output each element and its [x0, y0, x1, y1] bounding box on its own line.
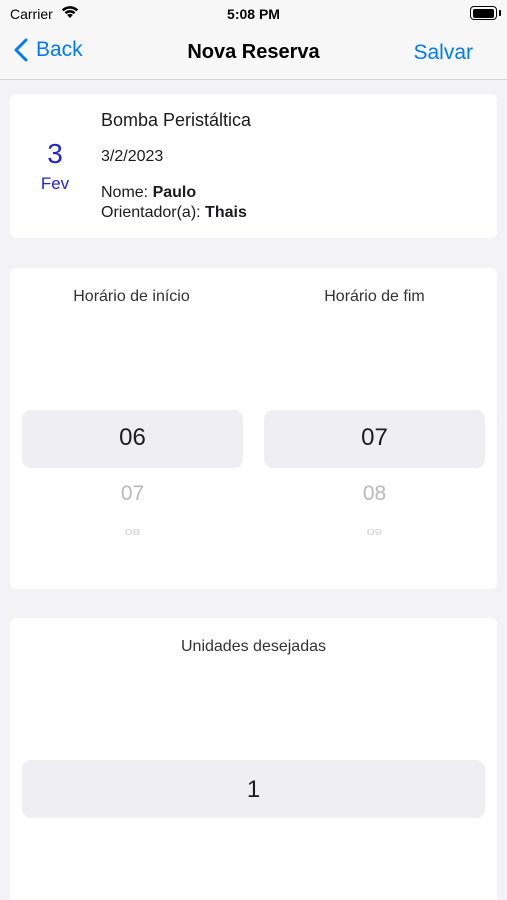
- end-picker-option: 09: [366, 527, 383, 537]
- end-time-label: Horário de fim: [324, 288, 425, 305]
- status-time: 5:08 PM: [227, 6, 280, 22]
- advisor-value: Thais: [205, 204, 247, 221]
- time-pickers-card: Horário de início Horário de fim 06 07 0…: [10, 268, 497, 589]
- battery-level: [472, 8, 494, 18]
- end-picker-option: 08: [362, 482, 387, 505]
- units-picker-selected: 1: [246, 776, 261, 803]
- advisor-line: Orientador(a): Thais: [101, 204, 247, 222]
- name-value: Paulo: [152, 184, 197, 201]
- name-label: Nome:: [101, 184, 149, 201]
- back-button[interactable]: Back: [14, 38, 83, 62]
- reservation-date: 3/2/2023: [101, 148, 164, 165]
- reservation-month: Fev: [40, 174, 70, 193]
- reservation-info-card: 3 Fev Bomba Peristáltica 3/2/2023 Nome: …: [10, 94, 497, 238]
- navigation-bar: Back Nova Reserva Salvar: [0, 28, 507, 80]
- start-picker-selected: 06: [119, 424, 146, 451]
- end-picker-selected: 07: [361, 424, 388, 451]
- start-time-label: Horário de início: [73, 288, 190, 305]
- back-label: Back: [36, 38, 83, 61]
- user-name-line: Nome: Paulo: [101, 184, 196, 202]
- units-label: Unidades desejadas: [181, 638, 326, 655]
- advisor-label: Orientador(a):: [101, 204, 201, 221]
- battery-icon: [470, 6, 497, 20]
- reservation-day: 3: [47, 138, 63, 169]
- equipment-name: Bomba Peristáltica: [101, 110, 252, 130]
- start-picker-option: 08: [124, 527, 141, 537]
- status-bar: Carrier 5:08 PM: [0, 0, 507, 28]
- save-button[interactable]: Salvar: [413, 41, 473, 65]
- start-picker-option: 07: [120, 482, 145, 505]
- units-picker-card: Unidades desejadas 1: [10, 618, 497, 900]
- chevron-left-icon: [14, 38, 28, 62]
- battery-tip: [499, 10, 501, 16]
